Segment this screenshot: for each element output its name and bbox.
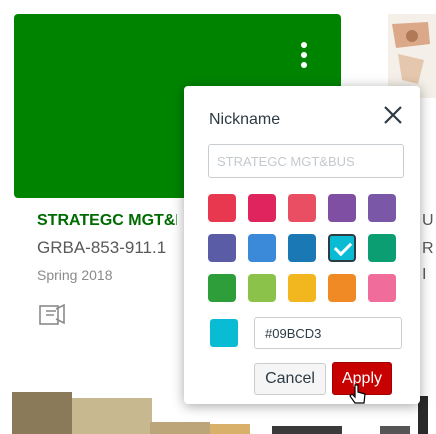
right-card-title-fragment: U bbox=[422, 212, 434, 229]
hand-cursor-icon bbox=[349, 383, 367, 407]
color-swatch[interactable] bbox=[368, 194, 396, 222]
course-card-term: Spring 2018 bbox=[37, 267, 113, 283]
color-swatch[interactable] bbox=[328, 194, 356, 222]
color-swatch[interactable] bbox=[288, 274, 316, 302]
right-card-term-fragment: I bbox=[422, 266, 427, 283]
color-swatch[interactable] bbox=[328, 234, 356, 262]
color-swatch[interactable] bbox=[208, 194, 236, 222]
nickname-input[interactable] bbox=[208, 144, 404, 178]
hex-color-input[interactable] bbox=[254, 317, 402, 349]
cancel-button[interactable]: Cancel bbox=[254, 363, 326, 395]
color-preview bbox=[210, 319, 238, 347]
color-swatch[interactable] bbox=[208, 234, 236, 262]
color-swatch[interactable] bbox=[288, 194, 316, 222]
kebab-menu-icon[interactable] bbox=[300, 42, 308, 72]
course-card-code: GRBA-853-911.1 bbox=[37, 238, 167, 257]
popup-title: Nickname bbox=[209, 111, 281, 128]
color-swatch[interactable] bbox=[248, 234, 276, 262]
color-swatch[interactable] bbox=[248, 194, 276, 222]
color-swatch[interactable] bbox=[288, 234, 316, 262]
color-swatch[interactable] bbox=[368, 274, 396, 302]
color-swatch[interactable] bbox=[248, 274, 276, 302]
color-swatch[interactable] bbox=[328, 274, 356, 302]
course-card-title[interactable]: STRATEGC MGT&BUS bbox=[37, 212, 177, 230]
color-swatch[interactable] bbox=[368, 234, 396, 262]
right-card-code-fragment: R bbox=[422, 240, 434, 257]
close-icon[interactable] bbox=[382, 104, 404, 126]
nickname-color-popup: Nickname Cancel Apply bbox=[184, 86, 420, 404]
announcements-icon[interactable] bbox=[38, 303, 68, 331]
color-swatch[interactable] bbox=[208, 274, 236, 302]
